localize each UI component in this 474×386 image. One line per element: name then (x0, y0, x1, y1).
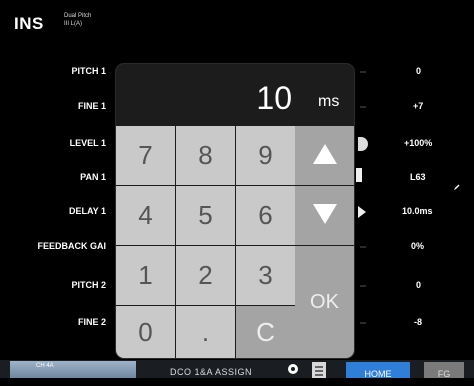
slider-track-feedback[interactable] (360, 246, 366, 248)
param-label-pitch2: PITCH 2 (71, 280, 106, 290)
param-value-level1[interactable]: +100% (404, 138, 432, 148)
channel-label: CH 4A (36, 363, 54, 369)
param-label-pitch1: PITCH 1 (71, 66, 106, 76)
clear-button[interactable]: C (236, 306, 295, 358)
param-label-fine1: FINE 1 (77, 101, 106, 111)
slider-track-fine1[interactable] (360, 106, 366, 108)
param-label-pan1: PAN 1 (80, 172, 106, 182)
down-arrow-button[interactable] (295, 186, 354, 245)
param-value-pan1[interactable]: L63 (410, 172, 426, 182)
ok-button[interactable]: OK (295, 246, 354, 358)
slider-track-pitch1[interactable] (360, 71, 366, 73)
key-4[interactable]: 4 (116, 186, 175, 245)
plugin-type-line1: Dual Pitch (64, 13, 92, 19)
pencil-icon (454, 184, 460, 190)
key-3[interactable]: 3 (236, 246, 295, 305)
up-arrow-button[interactable] (295, 126, 354, 185)
keypad-unit: ms (318, 93, 340, 110)
param-value-delay1[interactable]: 10.0ms (402, 206, 433, 216)
plugin-header: INS Dual Pitch III L(A) (0, 0, 474, 50)
list-icon[interactable] (312, 362, 326, 378)
param-value-pitch1[interactable]: 0 (416, 66, 421, 76)
key-7[interactable]: 7 (116, 126, 175, 185)
home-button[interactable]: HOME (346, 362, 410, 379)
key-6[interactable]: 6 (236, 186, 295, 245)
keypad-display-value: 10 (256, 80, 292, 116)
key-2[interactable]: 2 (176, 246, 235, 305)
key-1[interactable]: 1 (116, 246, 175, 305)
triangle-up-icon (312, 144, 337, 164)
slider-knob-level1[interactable] (358, 137, 368, 151)
param-label-level1: LEVEL 1 (69, 138, 106, 148)
key-0[interactable]: 0 (116, 306, 175, 358)
slider-knob-delay1[interactable] (358, 206, 366, 218)
footer-right-button[interactable]: FG (424, 362, 464, 379)
plugin-type: Dual Pitch III L(A) (64, 12, 91, 28)
plugin-type-line2: III L(A) (64, 21, 83, 27)
channel-tab[interactable] (10, 361, 136, 378)
triangle-down-icon (312, 204, 337, 224)
gear-icon[interactable] (288, 364, 298, 374)
param-value-pitch2[interactable]: 0 (416, 280, 421, 290)
slider-track-fine2[interactable] (360, 322, 366, 324)
page-title: INS (14, 14, 44, 33)
key-5[interactable]: 5 (176, 186, 235, 245)
key-8[interactable]: 8 (176, 126, 235, 185)
dca-assign-label[interactable]: DCO 1&A ASSIGN (170, 367, 252, 377)
numeric-keypad: 10 ms 7 8 9 4 5 6 1 2 3 OK 0 . C (116, 64, 354, 358)
key-9[interactable]: 9 (236, 126, 295, 185)
param-label-feedback-gain: FEEDBACK GAI (37, 241, 106, 251)
key-decimal[interactable]: . (176, 306, 235, 358)
slider-knob-pan1[interactable] (356, 168, 362, 182)
param-value-fine2[interactable]: -8 (414, 317, 422, 327)
param-value-feedback-gain[interactable]: 0% (411, 241, 424, 251)
slider-track-pitch2[interactable] (360, 285, 366, 287)
param-value-fine1[interactable]: +7 (413, 101, 423, 111)
param-label-fine2: FINE 2 (77, 317, 106, 327)
param-label-delay1: DELAY 1 (68, 206, 106, 216)
